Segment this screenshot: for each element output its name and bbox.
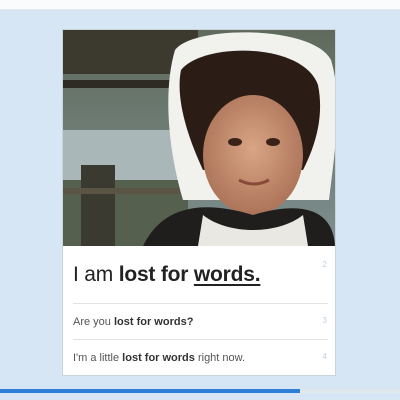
headline-number: 2 [322, 260, 327, 269]
flashcard: I am lost for words. 2 Are you lost for … [62, 29, 336, 376]
card-photo [63, 30, 335, 246]
headline: I am lost for words. [73, 263, 318, 287]
headline-bold: lost for [118, 263, 194, 286]
progress-fill [0, 389, 300, 393]
example-number: 4 [322, 352, 327, 361]
divider [73, 303, 328, 304]
example-sentence: Are you lost for words? [73, 316, 194, 328]
example-sentence: I'm a little lost for words right now. [73, 352, 246, 364]
page: I am lost for words. 2 Are you lost for … [0, 0, 400, 400]
top-bar [0, 0, 400, 10]
progress-bar [0, 389, 400, 393]
divider [73, 339, 328, 340]
example-number: 3 [322, 316, 327, 325]
headline-bold-underlined: words. [193, 263, 261, 286]
headline-pre: I am [73, 263, 119, 286]
